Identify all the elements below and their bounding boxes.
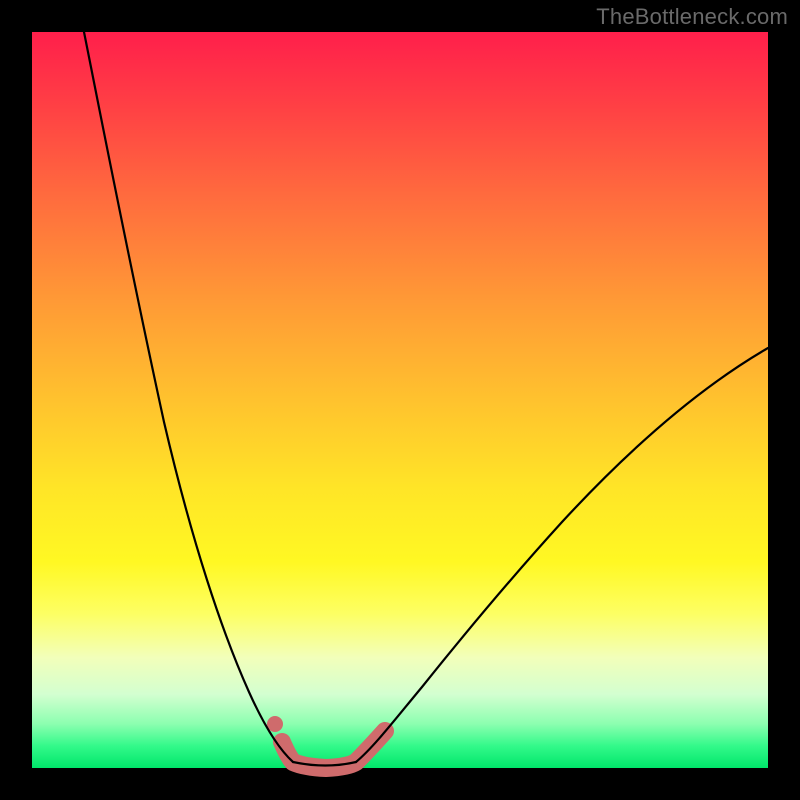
right-branch-curve [356,348,768,762]
watermark-text: TheBottleneck.com [596,4,788,30]
chart-frame: TheBottleneck.com [0,0,800,800]
left-branch-curve [84,32,293,762]
plot-area [32,32,768,768]
curve-svg [32,32,768,768]
